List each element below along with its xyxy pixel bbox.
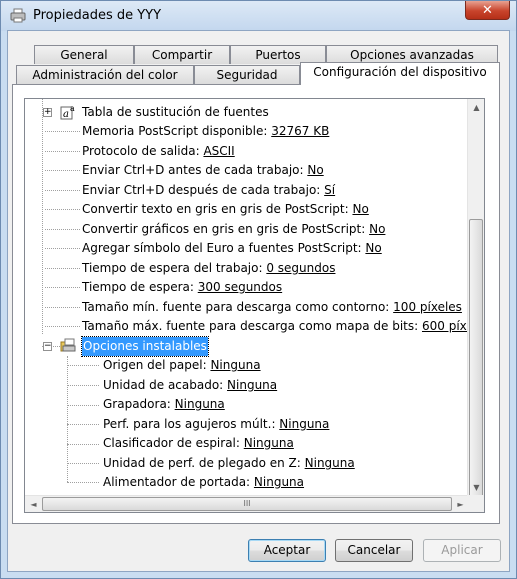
setting-job-timeout[interactable]: Tiempo de espera del trabajo: 0 segundos [82,259,335,278]
option-finishing-unit[interactable]: Unidad de acabado: Ninguna [103,376,277,395]
svg-text:a: a [63,109,69,120]
setting-output-protocol[interactable]: Protocolo de salida: ASCII [82,142,235,161]
collapse-toggle[interactable]: − [43,342,52,351]
option-value[interactable]: Ninguna [254,475,304,489]
close-icon: ✕ [482,2,493,18]
tree-line [67,482,99,483]
vertical-scroll-thumb[interactable] [469,219,483,497]
option-value[interactable]: Ninguna [244,436,294,450]
options-folder-icon [60,338,76,352]
setting-euro-symbol[interactable]: Agregar símbolo del Euro a fuentes PostS… [82,239,382,258]
horizontal-scroll-thumb[interactable]: III [42,497,452,511]
setting-value[interactable]: No [307,163,323,177]
tree-line [67,385,99,386]
tree-line [42,99,43,334]
setting-value[interactable]: No [369,222,385,236]
option-value[interactable]: Ninguna [227,378,277,392]
tree-item-font-substitution[interactable]: Tabla de sustitución de fuentes [82,103,269,122]
printer-icon [10,8,26,23]
option-multi-hole-punch[interactable]: Perf. para los agujeros múlt.: Ninguna [103,415,329,434]
setting-value[interactable]: 32767 KB [271,124,329,138]
setting-gray-graphics[interactable]: Convertir gráficos en gris en gris de Po… [82,220,385,239]
setting-value[interactable]: 600 píxeles [422,319,469,333]
option-stapler[interactable]: Grapadora: Ninguna [103,395,225,414]
tree-line [67,463,99,464]
tab-compartir[interactable]: Compartir [134,45,230,64]
tree-item-installable-options[interactable]: Opciones instalables [81,336,209,357]
tab-configuracion-dispositivo[interactable]: Configuración del dispositivo [300,62,500,85]
tree-line [67,365,99,366]
scroll-down-icon[interactable]: ▼ [468,479,484,496]
option-spiral-binder[interactable]: Clasificador de espiral: Ninguna [103,434,294,453]
setting-ctrl-d-after[interactable]: Enviar Ctrl+D después de cada trabajo: S… [82,181,335,200]
window-title: Propiedades de YYY [33,8,162,23]
tree-line [67,444,99,445]
setting-gray-text[interactable]: Convertir texto en gris en gris de PostS… [82,200,369,219]
tree-line [67,424,99,425]
tab-administracion-color[interactable]: Administración del color [16,65,194,84]
option-value[interactable]: Ninguna [279,417,329,431]
setting-max-font-bitmap[interactable]: Tamaño máx. fuente para descarga como ma… [82,317,469,336]
tab-general[interactable]: General [34,45,134,64]
title-bar[interactable]: Propiedades de YYY ✕ [1,1,516,31]
option-cover-feeder[interactable]: Alimentador de portada: Ninguna [103,473,304,492]
tab-seguridad[interactable]: Seguridad [194,65,300,84]
properties-dialog: Propiedades de YYY ✕ General Compartir P… [0,0,517,579]
scroll-left-icon[interactable]: ◄ [25,496,42,512]
setting-min-font-outline[interactable]: Tamaño mín. fuente para descarga como co… [82,298,462,317]
setting-postscript-memory[interactable]: Memoria PostScript disponible: 32767 KB [82,122,329,141]
tree-line [45,248,80,249]
option-value[interactable]: Ninguna [210,358,260,372]
scroll-up-icon[interactable]: ▲ [468,99,484,116]
tree-line [45,131,80,132]
tree-line [45,326,80,327]
device-settings-tree[interactable]: + a a Tabla de sustitución de fuentes Me… [24,98,485,513]
close-button[interactable]: ✕ [465,1,510,20]
vertical-scrollbar[interactable]: ▲ ▼ [467,99,484,497]
tree-line [45,307,80,308]
tree-line [45,229,80,230]
tree-line [45,287,80,288]
svg-text:a: a [70,104,75,113]
tree-line [45,209,80,210]
scroll-corner [467,495,484,512]
setting-value[interactable]: ASCII [203,144,234,158]
setting-value[interactable]: No [352,202,368,216]
setting-value[interactable]: Sí [324,183,335,197]
expand-toggle[interactable]: + [43,108,52,117]
setting-value[interactable]: 100 píxeles [393,300,462,314]
setting-value[interactable]: No [365,241,381,255]
tree-line [45,170,80,171]
apply-button[interactable]: Aplicar [423,539,501,562]
option-z-fold-punch[interactable]: Unidad de perf. de plegado en Z: Ninguna [103,454,355,473]
tree-line [67,405,99,406]
tree-line [45,190,80,191]
tree-line [45,151,80,152]
tree-rows: + a a Tabla de sustitución de fuentes Me… [25,99,469,496]
setting-value[interactable]: 300 segundos [198,280,282,294]
ok-button[interactable]: Aceptar [248,539,326,562]
font-icon: a a [60,104,75,120]
horizontal-scrollbar[interactable]: ◄ III ► [25,495,469,512]
setting-wait-timeout[interactable]: Tiempo de espera: 300 segundos [82,278,282,297]
grip-icon: III [243,499,251,508]
option-value[interactable]: Ninguna [175,397,225,411]
setting-ctrl-d-before[interactable]: Enviar Ctrl+D antes de cada trabajo: No [82,161,324,180]
cancel-button[interactable]: Cancelar [335,539,413,562]
option-value[interactable]: Ninguna [305,456,355,470]
tree-line [45,268,80,269]
setting-value[interactable]: 0 segundos [266,261,335,275]
option-paper-source[interactable]: Origen del papel: Ninguna [103,356,261,375]
